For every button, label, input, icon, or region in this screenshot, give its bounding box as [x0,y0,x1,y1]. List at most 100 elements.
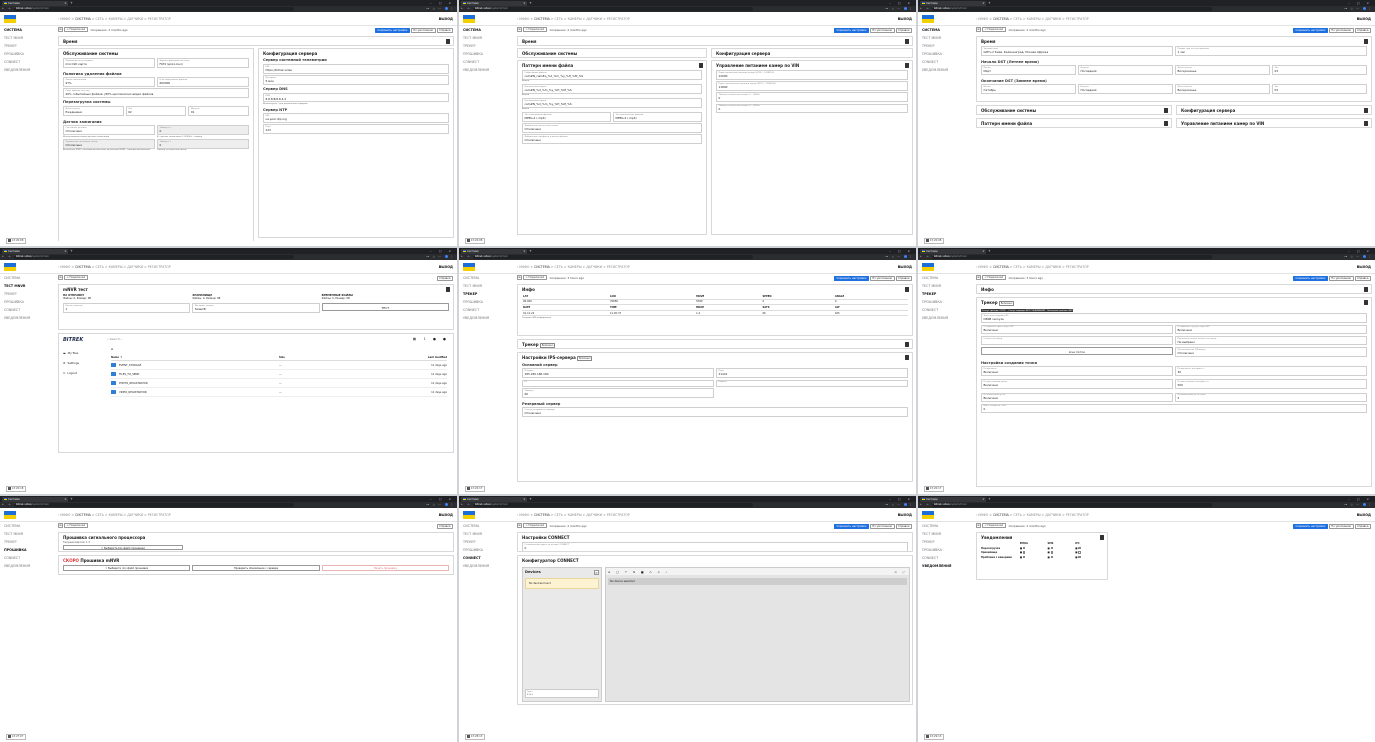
reset-button[interactable]: По умолчанию [869,276,895,281]
sidebar-item[interactable]: СИСТЕМА [459,522,515,530]
enabled-badge[interactable]: Включено [999,300,1015,306]
sidebar-item[interactable]: ТЕСТ MNVR [918,282,974,290]
breadcrumb-item[interactable]: ИНФО [978,513,988,517]
window-controls[interactable]: – ▢ × [889,497,913,501]
sidebar-item[interactable]: УВЕДОМЛЕНИЯ [459,66,515,74]
new-tab-icon[interactable]: + [529,249,532,253]
sidebar-item[interactable]: ТРЕКЕР [0,538,56,546]
test-button[interactable]: ТЕСТ [321,303,449,311]
window-controls[interactable]: – ▢ × [430,249,454,253]
breadcrumb-item[interactable]: ИНФО [978,17,988,21]
sidebar-item[interactable]: ТРЕКЕР [918,290,974,298]
toolbar-icons[interactable]: ⊶ ☆ ⋯ ⋮ [1344,7,1372,11]
sidebar-item[interactable]: СИСТЕМА [0,26,56,34]
form-field[interactable]: Порог выключения питания камер (В/10) - … [716,81,908,91]
breadcrumb-item[interactable]: ДАТЧИКИ [1045,513,1061,517]
logout-button[interactable]: ВЫХОД [898,17,912,21]
breadcrumb-item[interactable]: КАМЕРЫ [568,17,582,21]
breadcrumb-item[interactable]: ИНФО [60,265,70,269]
search-input[interactable]: ⌕ Search... [107,337,123,341]
form-field[interactable]: URL ua.pool.ntp.org [263,113,449,123]
sidebar-item[interactable]: СИСТЕМА [918,274,974,282]
form-field[interactable]: Часовой пояс GMT+2 Киев, Калининград, Южн… [981,46,1173,56]
collapse-toggle[interactable] [1163,121,1168,126]
breadcrumb-item[interactable]: ДАТЧИКИ [586,513,602,517]
column-header[interactable]: Name ↑ [111,356,279,359]
close-tab-icon[interactable]: × [64,498,66,501]
breadcrumb-item[interactable]: ИНФО [519,265,529,269]
sidebar-item[interactable]: ТРЕКЕР [0,290,56,298]
sidebar-item[interactable]: ТЕСТ MNVR [0,530,56,538]
help-button[interactable]: Справка [1354,28,1371,33]
close-tab-icon[interactable]: × [982,2,984,5]
breadcrumb-item[interactable]: СЕТЬ [554,265,562,269]
close-tab-icon[interactable]: × [523,250,525,253]
collapse-toggle[interactable] [445,39,450,44]
breadcrumb-item[interactable]: РЕГИСТРАТОР [607,265,630,269]
sidebar-item[interactable]: ПРОШИВКА [0,546,56,554]
sidebar-item[interactable]: УВЕДОМЛЕНИЯ [0,66,56,74]
notification-checkbox[interactable]: ■ [1048,551,1076,554]
save-button[interactable]: Сохранить настройки [374,28,410,33]
back-button[interactable]: < Подключил [982,523,1006,528]
breadcrumb-item[interactable]: ДАТЧИКИ [586,17,602,21]
breadcrumb-item[interactable]: КАМЕРЫ [1027,17,1041,21]
form-field[interactable]: Месяц Март [981,65,1076,75]
form-field[interactable]: IP адрес 185.180.180.180 [522,368,714,379]
window-controls[interactable]: – ▢ × [1348,249,1372,253]
sidebar-item[interactable]: ТЕСТ MNVR [459,282,515,290]
reset-button[interactable]: По умолчанию [869,28,895,33]
breadcrumb-item[interactable]: СИСТЕМА [75,17,91,21]
help-button[interactable]: Справка [1354,524,1371,529]
collapse-toggle[interactable] [1099,535,1104,540]
form-field[interactable]: По времени, интервал, с 30 [1175,366,1367,376]
form-field[interactable]: По изменению угла Включено [981,392,1173,403]
menu-button[interactable]: ☰ [976,27,981,32]
sidebar-item[interactable]: ПРОШИВКА [0,298,56,306]
back-button[interactable]: < Подключил [523,27,547,32]
breadcrumb-item[interactable]: ДАТЧИКИ [127,265,143,269]
notification-checkbox[interactable]: ■ [1020,547,1048,550]
breadcrumb-item[interactable]: СЕТЬ [1013,513,1021,517]
breadcrumb-item[interactable]: СИСТЕМА [993,17,1009,21]
menu-button[interactable]: ☰ [58,27,63,32]
window-controls[interactable]: – ▢ × [1348,497,1372,501]
close-tab-icon[interactable]: × [64,250,66,253]
form-field[interactable]: Сохр. файлов по типу 20% событийных файло… [63,88,249,98]
sidebar-item[interactable]: ТРЕКЕР [0,42,56,50]
breadcrumb-item[interactable]: ДАТЧИКИ [586,265,602,269]
close-tab-icon[interactable]: × [64,2,66,5]
logout-button[interactable]: ВЫХОД [439,17,453,21]
sidebar-item[interactable]: СИСТЕМА [459,274,515,282]
back-button[interactable]: < Подключил [523,523,547,528]
back-button[interactable]: < Подключил [64,275,88,280]
breadcrumb-item[interactable]: СИСТЕМА [534,513,550,517]
breadcrumb-item[interactable]: СИСТЕМА [993,265,1009,269]
save-button[interactable]: Сохранить настройки [1292,28,1328,33]
breadcrumb-item[interactable]: ДАТЧИКИ [127,17,143,21]
form-field[interactable]: Интервал 5 мин [263,75,449,85]
column-header[interactable]: Size [279,356,363,359]
breadcrumb-item[interactable]: КАМЕРЫ [568,265,582,269]
form-field[interactable]: Статус резервного сервера Отключено [522,407,908,418]
logout-button[interactable]: ВЫХОД [1357,513,1371,517]
help-button[interactable]: Справка [895,524,912,529]
breadcrumb-item[interactable]: ИНФО [519,17,529,21]
notification-checkbox[interactable]: ■ [1075,547,1103,550]
collapse-toggle[interactable] [1363,287,1368,292]
form-field[interactable]: Тип событийных файлов MPEG-4 (.mp4) [522,111,611,122]
collapse-toggle[interactable] [1363,300,1368,305]
breadcrumb-item[interactable]: СИСТЕМА [993,513,1009,517]
collapse-toggle[interactable] [698,63,703,68]
sidebar-item[interactable]: СИСТЕМА [0,274,56,282]
form-field[interactable]: URL https://bitrek.video [263,63,449,74]
form-field[interactable]: Минуты 01 [188,105,249,116]
sidebar-item[interactable]: CONNECT [459,306,515,314]
url-input[interactable]: bitrek.video/system/main [932,502,1212,507]
sidebar-item[interactable]: ПРОШИВКА [459,50,515,58]
window-controls[interactable]: – ▢ × [430,1,454,5]
breadcrumb-item[interactable]: ДАТЧИКИ [127,513,143,517]
sidebar-item[interactable]: ТЕСТ MNVR [918,530,974,538]
sidebar-item[interactable]: СИСТЕМА [459,26,515,34]
refresh-icon[interactable]: ⟳ [594,570,599,575]
